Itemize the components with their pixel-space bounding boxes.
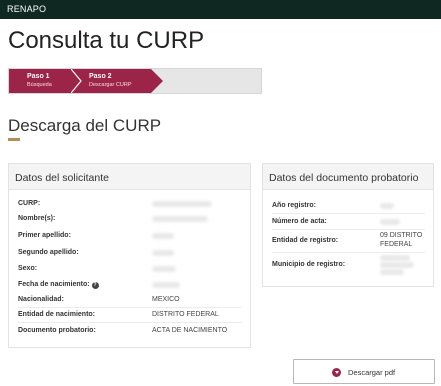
label-sexo: Sexo:	[18, 265, 38, 272]
value-nacionalidad: MEXICO	[152, 296, 180, 303]
brand-label[interactable]: RENAPO	[7, 4, 46, 14]
section-underline	[8, 138, 20, 141]
row-nacionalidad: Nacionalidad: MEXICO	[18, 296, 242, 308]
step-2-title: Paso 2	[89, 73, 112, 80]
label-fecha-nacimiento: Fecha de nacimiento:?	[18, 281, 99, 289]
redacted-value	[380, 219, 400, 225]
solicitante-panel: Datos del solicitante CURP: Nombre(s): P…	[8, 163, 251, 348]
label-segundo-apellido: Segundo apellido:	[18, 249, 79, 256]
row-entidad-registro: Entidad de registro: 09 DISTRITO FEDERAL	[272, 232, 425, 253]
step-2: Paso 2 Descargar CURP	[71, 69, 163, 93]
row-anio-registro: Año registro:	[272, 202, 425, 214]
download-pdf-button[interactable]: Descargar pdf	[293, 359, 435, 384]
info-icon[interactable]: ?	[91, 282, 99, 289]
row-entidad-nacimiento: Entidad de nacimiento: DISTRITO FEDERAL	[18, 311, 242, 323]
page-title: Consulta tu CURP	[8, 27, 205, 54]
section-title: Descarga del CURP	[8, 116, 162, 135]
redacted-value	[152, 216, 208, 222]
value-entidad-registro-line1: 09 DISTRITO	[380, 232, 423, 239]
label-entidad-nacimiento: Entidad de nacimiento:	[18, 311, 96, 318]
top-navbar: RENAPO	[0, 0, 441, 19]
redacted-value	[380, 269, 404, 275]
solicitante-panel-title: Datos del solicitante	[15, 172, 109, 184]
redacted-value	[152, 201, 212, 207]
label-curp: CURP:	[18, 200, 41, 207]
redacted-value	[152, 250, 174, 256]
value-entidad-nacimiento: DISTRITO FEDERAL	[152, 311, 219, 318]
redacted-value	[380, 255, 410, 261]
download-icon	[332, 368, 341, 377]
stepper: Paso 1 Búsqueda Paso 2 Descargar CURP	[8, 68, 262, 94]
value-entidad-registro-line2: FEDERAL	[380, 241, 413, 248]
redacted-value	[152, 282, 180, 288]
label-municipio-registro: Municipio de registro:	[272, 261, 346, 268]
label-fecha-nacimiento-text: Fecha de nacimiento:	[18, 281, 90, 288]
label-anio-registro: Año registro:	[272, 202, 316, 209]
label-documento-probatorio: Documento probatorio:	[18, 327, 96, 334]
label-numero-acta: Número de acta:	[272, 218, 327, 225]
redacted-value	[152, 266, 176, 272]
redacted-value	[380, 203, 394, 209]
redacted-value	[152, 233, 174, 239]
solicitante-panel-header: Datos del solicitante	[9, 164, 250, 190]
redacted-value	[380, 262, 414, 268]
value-documento-probatorio: ACTA DE NACIMIENTO	[152, 327, 228, 334]
label-nacionalidad: Nacionalidad:	[18, 296, 64, 303]
documento-panel-title: Datos del documento probatorio	[269, 172, 419, 184]
label-entidad-registro: Entidad de registro:	[272, 237, 339, 244]
label-primer-apellido: Primer apellido:	[18, 232, 71, 239]
download-pdf-label: Descargar pdf	[348, 368, 396, 377]
step-2-subtitle: Descargar CURP	[89, 82, 132, 88]
step-2-arrow-shape	[71, 69, 163, 93]
row-numero-acta: Número de acta:	[272, 218, 425, 230]
documento-panel: Datos del documento probatorio Año regis…	[262, 163, 434, 287]
step-1-title: Paso 1	[27, 73, 50, 80]
label-nombre: Nombre(s):	[18, 215, 56, 222]
step-1-subtitle: Búsqueda	[27, 82, 52, 88]
documento-panel-header: Datos del documento probatorio	[263, 164, 433, 190]
